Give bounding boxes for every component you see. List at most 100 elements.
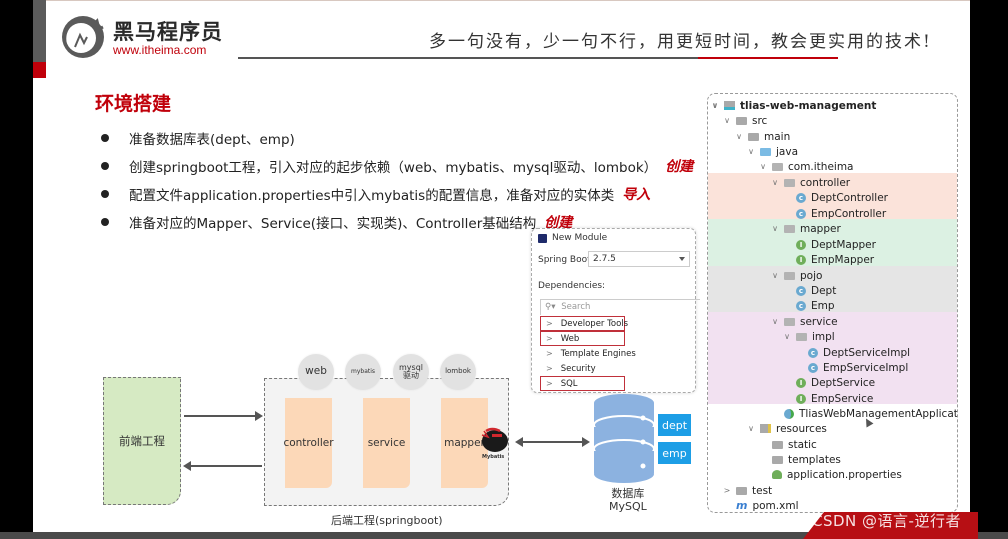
arrow-right-icon <box>582 437 590 447</box>
spring-boot-label: Spring Boot: <box>538 255 594 265</box>
dependency-bubble-mybatis: mybatis <box>345 354 381 390</box>
tree-node-com-itheima[interactable]: ∨ com.itheima <box>758 159 853 174</box>
tree-node-label: DeptController <box>811 191 888 204</box>
tree-node-label: Dept <box>811 284 837 297</box>
class-icon: c <box>796 208 806 219</box>
slide: 黑马程序员 www.itheima.com 多一句没有，少一句不行，用更短时间，… <box>33 0 970 532</box>
controller-layer: controller <box>283 398 334 488</box>
search-icon: ⚲▾ <box>545 302 556 312</box>
package-icon <box>784 317 795 326</box>
db-connection-arrow <box>522 441 582 443</box>
class-icon: c <box>808 347 818 358</box>
tree-node-pom[interactable]: m pom.xml <box>736 498 798 512</box>
dependency-category-developer-tools[interactable]: > Developer Tools <box>540 316 629 331</box>
tree-node-empserviceimpl[interactable]: c EmpServiceImpl <box>808 360 908 375</box>
chevron-right-icon: > <box>723 486 731 495</box>
section-title: 环境搭建 <box>95 93 172 115</box>
folder-icon <box>736 486 747 495</box>
tree-node-controller[interactable]: ∨ controller <box>770 175 850 190</box>
interface-icon: I <box>796 393 806 404</box>
chevron-down-icon: ∨ <box>772 224 778 233</box>
frontend-project-box: 前端工程 <box>103 377 181 505</box>
tree-node-empcontroller[interactable]: c EmpController <box>796 206 886 221</box>
tree-node-pojo[interactable]: ∨ pojo <box>770 268 822 283</box>
chevron-down-icon: ∨ <box>772 317 778 326</box>
tree-node-src[interactable]: ∨ src <box>722 113 767 128</box>
dependency-category-template-engines[interactable]: > Template Engines <box>540 346 636 361</box>
tree-node-resources[interactable]: ∨ resources <box>746 421 827 436</box>
bullet-dot-icon <box>101 190 109 198</box>
tree-node-deptcontroller[interactable]: c DeptController <box>796 190 888 205</box>
tree-node-dept[interactable]: c Dept <box>796 283 836 298</box>
tree-node-static[interactable]: static <box>772 437 817 452</box>
bullet-text: 创建springboot工程，引入对应的起步依赖（web、mybatis、mys… <box>129 160 658 176</box>
class-icon: c <box>808 362 818 373</box>
tree-node-deptserviceimpl[interactable]: c DeptServiceImpl <box>808 345 910 360</box>
chevron-right-icon: > <box>546 379 553 388</box>
bullet-dot-icon <box>101 218 109 226</box>
chevron-right-icon: > <box>546 349 553 358</box>
chevron-right-icon: > <box>546 364 553 373</box>
tree-node-deptservice[interactable]: I DeptService <box>796 375 875 390</box>
dependencies-label: Dependencies: <box>538 281 606 291</box>
dependency-category-label: Developer Tools <box>560 319 629 329</box>
new-module-dialog: New Module Spring Boot: 2.7.5 Dependenci… <box>531 228 700 393</box>
dependency-category-web[interactable]: > Web <box>540 331 625 346</box>
table-tag-dept: dept <box>658 414 691 436</box>
bullet-text: 配置文件application.properties中引入mybatis的配置信… <box>129 188 615 204</box>
dependency-category-security[interactable]: > Security <box>540 361 628 376</box>
tree-node-label: service <box>800 315 838 328</box>
maven-icon: m <box>736 499 748 512</box>
backend-label: 后端工程(springboot) <box>331 514 443 527</box>
tree-node-test[interactable]: > test <box>722 483 773 498</box>
dependency-category-label: Security <box>560 364 596 374</box>
horse-logo-icon <box>62 16 104 58</box>
tree-node-main[interactable]: ∨ main <box>734 129 790 144</box>
spring-boot-version-select[interactable]: 2.7.5 <box>588 251 690 267</box>
service-layer: service <box>363 398 410 488</box>
chevron-down-icon: ∨ <box>724 116 730 125</box>
tree-node-label: java <box>776 145 798 158</box>
tree-node-impl[interactable]: ∨ impl <box>782 329 835 344</box>
tree-node-label: TliasWebManagementApplication <box>799 407 958 420</box>
interface-icon: I <box>796 377 806 388</box>
dependencies-search-input[interactable]: ⚲▾ Search <box>540 299 700 315</box>
dependency-category-sql[interactable]: > SQL <box>540 376 625 391</box>
dependency-category-label: Template Engines <box>560 349 636 359</box>
frontend-label: 前端工程 <box>119 434 165 448</box>
bullet-text: 准备对应的Mapper、Service(接口、实现类)、Controller基础… <box>129 216 537 232</box>
tree-node-service[interactable]: ∨ service <box>770 314 838 329</box>
tree-node-root[interactable]: ∨ tlias-web-management <box>710 98 877 113</box>
tree-node-java[interactable]: ∨ java <box>746 144 798 159</box>
bullet-text: 准备数据库表(dept、emp) <box>129 132 295 148</box>
tree-node-empmapper[interactable]: I EmpMapper <box>796 252 874 267</box>
tree-node-label: controller <box>800 176 851 189</box>
chevron-down-icon: ∨ <box>784 332 790 341</box>
tree-node-application-properties[interactable]: application.properties <box>772 467 902 482</box>
tree-node-deptmapper[interactable]: I DeptMapper <box>796 237 876 252</box>
folder-icon <box>748 132 759 141</box>
bullet-item: 配置文件application.properties中引入mybatis的配置信… <box>101 180 693 208</box>
tree-node-label: DeptMapper <box>811 238 876 251</box>
database-label: 数据库 MySQL <box>609 487 647 513</box>
package-icon <box>772 162 783 171</box>
dialog-title-text: New Module <box>552 233 608 243</box>
module-folder-icon <box>724 101 735 110</box>
bullet-list: 准备数据库表(dept、emp) 创建springboot工程，引入对应的起步依… <box>101 124 693 236</box>
chevron-right-icon: > <box>546 319 553 328</box>
dependency-bubble-web: web <box>298 354 334 390</box>
tree-node-mapper[interactable]: ∨ mapper <box>770 221 841 236</box>
tree-node-label: EmpMapper <box>811 253 875 266</box>
tree-node-empservice[interactable]: I EmpService <box>796 391 873 406</box>
tree-node-templates[interactable]: templates <box>772 452 841 467</box>
class-icon: c <box>796 300 806 311</box>
folder-icon <box>772 455 783 464</box>
bullet-item: 创建springboot工程，引入对应的起步依赖（web、mybatis、mys… <box>101 152 693 180</box>
resources-folder-icon <box>760 424 771 433</box>
arrow-left-icon <box>183 461 191 471</box>
class-icon: c <box>796 285 806 296</box>
tree-node-label: static <box>788 438 817 451</box>
arrow-left-icon <box>515 437 523 447</box>
tree-node-emp[interactable]: c Emp <box>796 298 835 313</box>
chevron-down-icon: ∨ <box>711 101 719 110</box>
